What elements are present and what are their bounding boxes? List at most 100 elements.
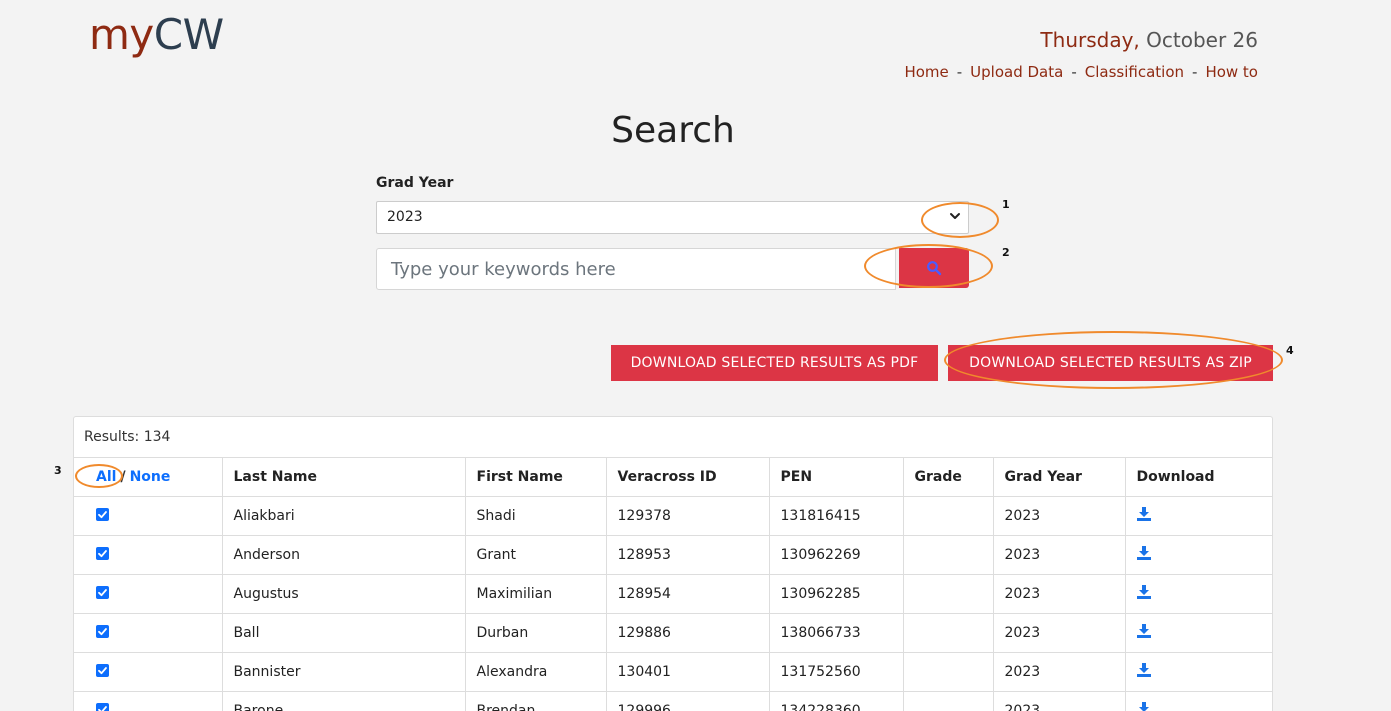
column-last-name[interactable]: Last Name bbox=[221, 457, 466, 497]
cell-select bbox=[74, 691, 223, 711]
cell-select bbox=[74, 496, 223, 536]
row-checkbox[interactable] bbox=[96, 585, 109, 599]
nav-classification[interactable]: Classification bbox=[1085, 63, 1184, 81]
cell-grad-year: 2023 bbox=[992, 574, 1126, 614]
cell-last-name: Anderson bbox=[221, 535, 466, 575]
download-icon[interactable] bbox=[1136, 624, 1151, 642]
cell-veracross-id: 130401 bbox=[605, 652, 770, 692]
cell-veracross-id: 129378 bbox=[605, 496, 770, 536]
select-slash: / bbox=[120, 469, 126, 485]
cell-grade bbox=[902, 535, 994, 575]
cell-grade bbox=[902, 613, 994, 653]
select-none-link[interactable]: None bbox=[130, 469, 171, 485]
page-title: Search bbox=[611, 110, 735, 151]
cell-veracross-id: 129886 bbox=[605, 613, 770, 653]
column-pen[interactable]: PEN bbox=[768, 457, 904, 497]
cell-grade bbox=[902, 652, 994, 692]
annotation-number-4: 4 bbox=[1286, 344, 1294, 357]
app-logo[interactable]: myCW bbox=[89, 10, 224, 59]
chevron-down-icon[interactable] bbox=[948, 208, 962, 224]
cell-select bbox=[74, 535, 223, 575]
cell-veracross-id: 129996 bbox=[605, 691, 770, 711]
cell-first-name: Brendan bbox=[464, 691, 607, 711]
cell-first-name: Maximilian bbox=[464, 574, 607, 614]
cell-pen: 131816415 bbox=[768, 496, 904, 536]
cell-veracross-id: 128953 bbox=[605, 535, 770, 575]
download-icon[interactable] bbox=[1136, 585, 1151, 603]
nav-separator: - bbox=[956, 63, 963, 81]
cell-grade bbox=[902, 574, 994, 614]
table-row: Barone Brendan 129996 134228360 2023 bbox=[74, 691, 1272, 711]
column-veracross-id[interactable]: Veracross ID bbox=[605, 457, 770, 497]
logo-part-cw: CW bbox=[153, 10, 224, 59]
cell-pen: 134228360 bbox=[768, 691, 904, 711]
row-checkbox[interactable] bbox=[96, 702, 109, 711]
nav-upload-data[interactable]: Upload Data bbox=[970, 63, 1063, 81]
cell-grad-year: 2023 bbox=[992, 535, 1126, 575]
search-icon bbox=[927, 261, 942, 276]
cell-last-name: Bannister bbox=[221, 652, 466, 692]
table-row: Augustus Maximilian 128954 130962285 2023 bbox=[74, 574, 1272, 614]
cell-select bbox=[74, 652, 223, 692]
table-header-row: All / None Last Name First Name Veracross … bbox=[74, 457, 1272, 497]
cell-pen: 130962269 bbox=[768, 535, 904, 575]
grad-year-value: 2023 bbox=[387, 209, 423, 225]
nav-separator: - bbox=[1192, 63, 1198, 81]
cell-grad-year: 2023 bbox=[992, 496, 1126, 536]
cell-grad-year: 2023 bbox=[992, 613, 1126, 653]
nav-home[interactable]: Home bbox=[904, 63, 948, 81]
select-all-link[interactable]: All bbox=[96, 469, 116, 485]
search-input[interactable]: Type your keywords here bbox=[376, 248, 896, 290]
cell-first-name: Grant bbox=[464, 535, 607, 575]
cell-select bbox=[74, 613, 223, 653]
nav-how-to[interactable]: How to bbox=[1205, 63, 1258, 81]
logo-part-my: my bbox=[89, 10, 154, 59]
grad-year-select[interactable]: 2023 bbox=[376, 201, 969, 234]
results-panel: Results: 134 All / None Last Name First Na… bbox=[73, 416, 1273, 711]
download-icon[interactable] bbox=[1136, 546, 1151, 564]
results-table: All / None Last Name First Name Veracross … bbox=[74, 457, 1272, 711]
nav-separator: - bbox=[1071, 63, 1077, 81]
cell-first-name: Alexandra bbox=[464, 652, 607, 692]
download-icon[interactable] bbox=[1136, 507, 1151, 525]
select-column-header: All / None bbox=[74, 457, 223, 497]
download-icon[interactable] bbox=[1137, 702, 1151, 711]
row-checkbox[interactable] bbox=[96, 507, 109, 521]
cell-download bbox=[1124, 691, 1272, 711]
table-row: Ball Durban 129886 138066733 2023 bbox=[74, 613, 1272, 653]
download-icon[interactable] bbox=[1136, 663, 1151, 681]
cell-download bbox=[1124, 652, 1272, 692]
column-grad-year[interactable]: Grad Year bbox=[992, 457, 1126, 497]
cell-pen: 138066733 bbox=[768, 613, 904, 653]
search-button[interactable] bbox=[899, 248, 969, 288]
annotation-number-1: 1 bbox=[1002, 198, 1010, 211]
download-zip-button[interactable]: DOWNLOAD SELECTED RESULTS AS ZIP bbox=[948, 345, 1273, 381]
cell-download bbox=[1124, 613, 1272, 653]
download-pdf-button[interactable]: DOWNLOAD SELECTED RESULTS AS PDF bbox=[611, 345, 938, 381]
column-first-name[interactable]: First Name bbox=[464, 457, 607, 497]
cell-veracross-id: 128954 bbox=[605, 574, 770, 614]
table-row: Aliakbari Shadi 129378 131816415 2023 bbox=[74, 496, 1272, 536]
cell-last-name: Barone bbox=[221, 691, 466, 711]
column-download: Download bbox=[1124, 457, 1272, 497]
row-checkbox[interactable] bbox=[96, 663, 109, 677]
cell-grade bbox=[902, 691, 994, 711]
row-checkbox[interactable] bbox=[96, 624, 109, 638]
cell-select bbox=[74, 574, 223, 614]
cell-first-name: Shadi bbox=[464, 496, 607, 536]
row-checkbox[interactable] bbox=[96, 546, 109, 560]
top-nav: Home - Upload Data - Classification - Ho… bbox=[904, 63, 1258, 81]
cell-pen: 131752560 bbox=[768, 652, 904, 692]
cell-pen: 130962285 bbox=[768, 574, 904, 614]
cell-download bbox=[1124, 496, 1272, 536]
results-count: Results: 134 bbox=[84, 429, 171, 445]
column-grade[interactable]: Grade bbox=[902, 457, 994, 497]
date-rest: October 26 bbox=[1146, 28, 1258, 52]
search-placeholder: Type your keywords here bbox=[391, 259, 616, 280]
cell-last-name: Ball bbox=[221, 613, 466, 653]
cell-download bbox=[1124, 535, 1272, 575]
cell-grad-year: 2023 bbox=[992, 691, 1126, 711]
grad-year-label: Grad Year bbox=[376, 175, 454, 191]
annotation-number-3: 3 bbox=[54, 464, 62, 477]
cell-grade bbox=[902, 496, 994, 536]
